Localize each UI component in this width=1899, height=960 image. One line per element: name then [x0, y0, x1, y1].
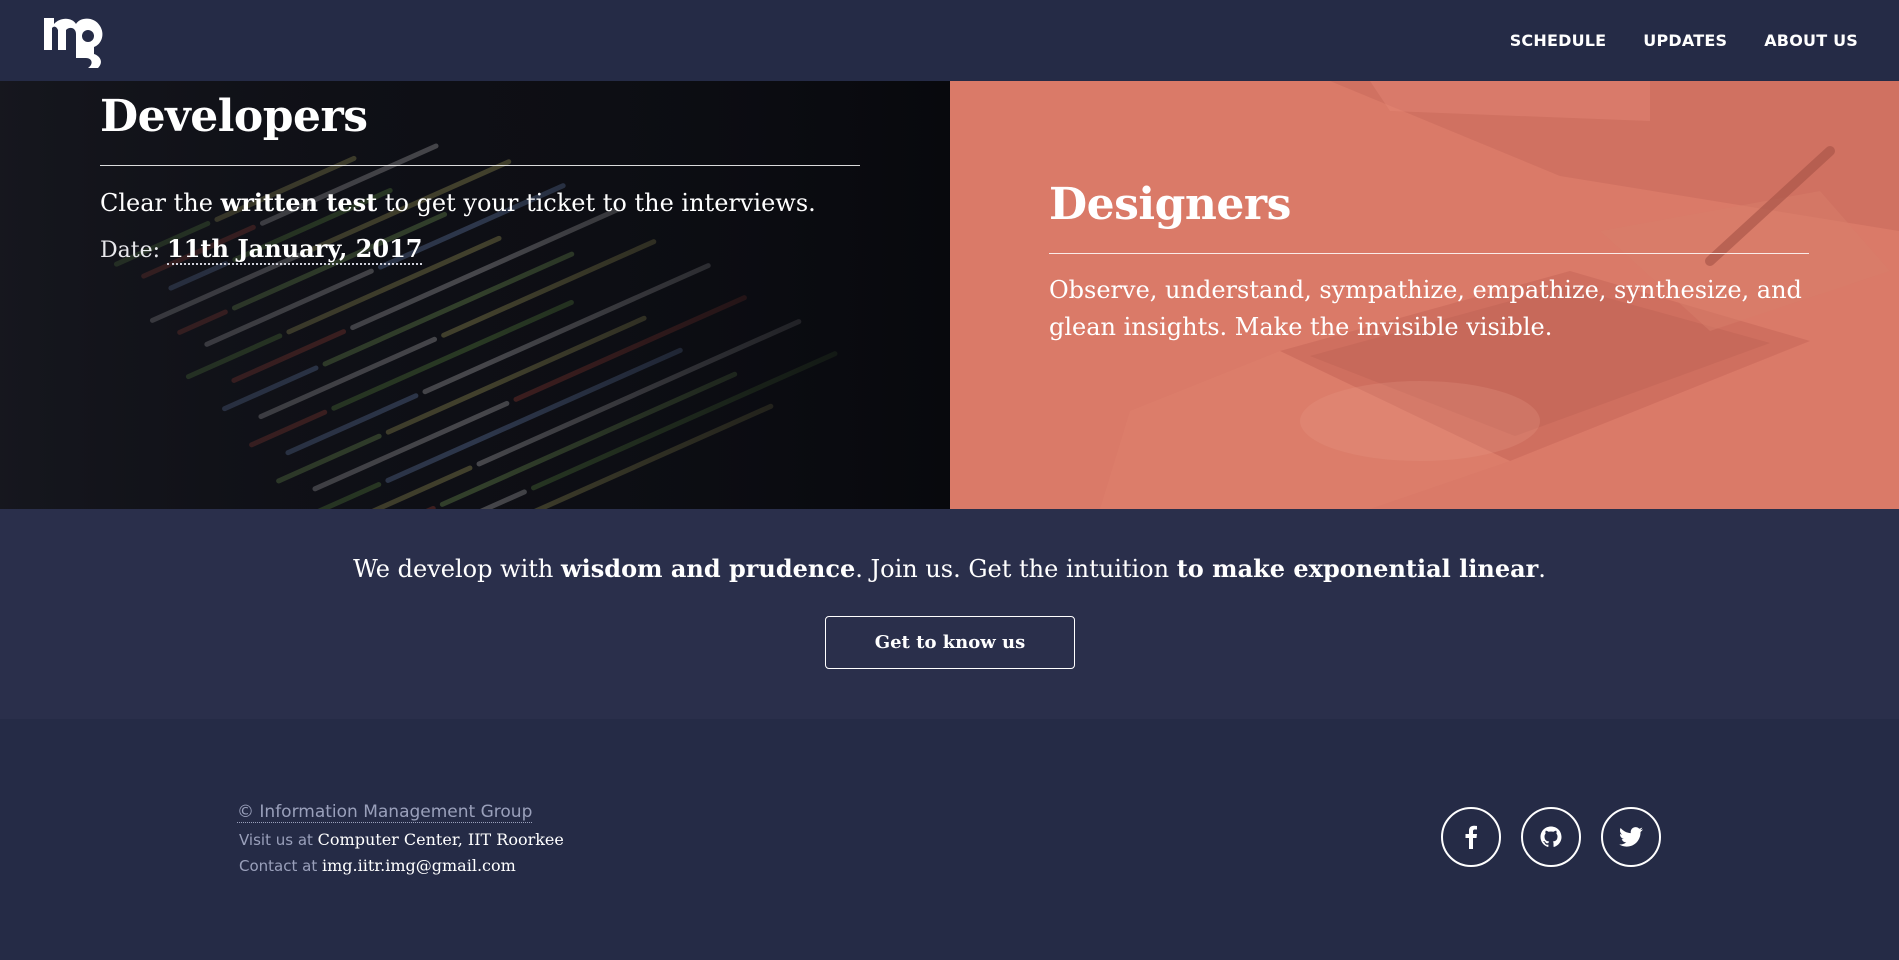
- contact-email[interactable]: img.iitr.img@gmail.com: [322, 856, 516, 875]
- developers-text-pre: Clear the: [100, 189, 221, 217]
- github-button[interactable]: [1521, 807, 1581, 867]
- cta-text-3: . Join us. Get the intuition: [855, 555, 1177, 583]
- contact-line: Contact at img.iitr.img@gmail.com: [237, 856, 564, 875]
- cta-tagline: We develop with wisdom and prudence. Joi…: [0, 554, 1899, 583]
- main-nav: SCHEDULE UPDATES ABOUT US: [1510, 0, 1858, 81]
- nav-schedule[interactable]: SCHEDULE: [1510, 31, 1607, 50]
- github-icon: [1540, 826, 1562, 847]
- contact-label: Contact at: [239, 857, 322, 875]
- visit-line: Visit us at Computer Center, IIT Roorkee: [237, 830, 564, 849]
- nav-about-us[interactable]: ABOUT US: [1764, 31, 1858, 50]
- cta-section: We develop with wisdom and prudence. Joi…: [0, 509, 1899, 719]
- navbar: SCHEDULE UPDATES ABOUT US: [0, 0, 1899, 81]
- developers-date: Date: 11th January, 2017: [100, 234, 860, 265]
- img-logo-icon[interactable]: [40, 14, 110, 70]
- facebook-icon: [1465, 825, 1477, 849]
- designers-description: Observe, understand, sympathize, empathi…: [1049, 276, 1802, 341]
- cta-text-5: .: [1538, 555, 1546, 583]
- developers-panel: Developers Clear the written test to get…: [0, 81, 950, 509]
- cta-text-1: We develop with: [353, 555, 562, 583]
- footer-info: © Information Management Group Visit us …: [237, 802, 564, 875]
- footer: © Information Management Group Visit us …: [0, 719, 1899, 960]
- nav-updates[interactable]: UPDATES: [1643, 31, 1727, 50]
- developers-title: Developers: [100, 91, 368, 142]
- designers-divider: [1049, 253, 1809, 254]
- date-value[interactable]: 11th January, 2017: [167, 234, 423, 265]
- social-links: [1441, 807, 1661, 867]
- developers-text-post: to get your ticket to the interviews.: [377, 189, 816, 217]
- cta-text-2: wisdom and prudence: [561, 554, 856, 583]
- get-to-know-us-button[interactable]: Get to know us: [825, 616, 1075, 669]
- visit-label: Visit us at: [239, 831, 318, 849]
- twitter-button[interactable]: [1601, 807, 1661, 867]
- copyright-link[interactable]: © Information Management Group: [237, 802, 533, 823]
- developers-content: Developers Clear the written test to get…: [100, 89, 860, 265]
- developers-text-bold: written test: [220, 188, 378, 217]
- date-label: Date:: [100, 238, 168, 263]
- cta-text-4: to make exponential linear: [1176, 554, 1539, 583]
- developers-description: Clear the written test to get your ticke…: [100, 184, 860, 222]
- developers-divider: [100, 165, 860, 166]
- twitter-icon: [1619, 827, 1643, 847]
- designers-title: Designers: [1049, 179, 1291, 230]
- facebook-button[interactable]: [1441, 807, 1501, 867]
- designers-panel: Designers Observe, understand, sympathiz…: [950, 81, 1899, 509]
- designers-content: Designers Observe, understand, sympathiz…: [1049, 177, 1809, 346]
- visit-value: Computer Center, IIT Roorkee: [317, 830, 564, 849]
